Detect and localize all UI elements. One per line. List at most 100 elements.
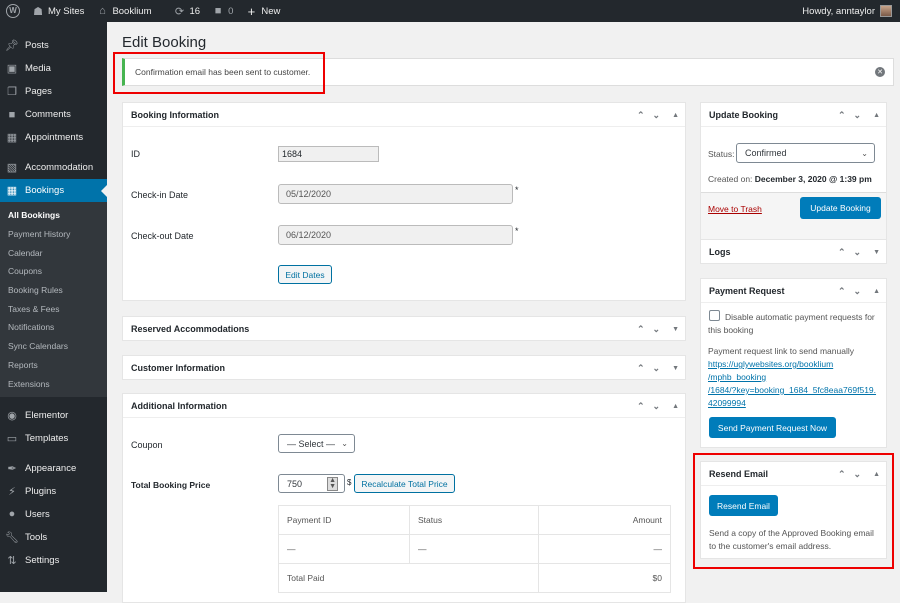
expand-toggle-icon[interactable]: ▼ (672, 365, 679, 372)
header-amount: Amount (538, 505, 671, 535)
submenu-booking-rules[interactable]: Booking Rules (0, 281, 107, 300)
sidebar-item-templates[interactable]: ▭ Templates (0, 427, 107, 450)
comments-menu[interactable]: ■ 0 (206, 0, 239, 22)
chevron-down-icon: ⌄ (341, 439, 348, 448)
updates-menu[interactable]: ⟳ 16 (168, 0, 207, 22)
payments-table: Payment ID Status Amount — — — Total Pai… (278, 505, 671, 593)
wrench-icon: 🔧︎ (5, 531, 19, 544)
move-up-icon[interactable]: ⌃ (838, 110, 846, 121)
move-down-icon[interactable]: ⌄ (653, 110, 661, 121)
submenu-extensions[interactable]: Extensions (0, 374, 107, 393)
box-title: Payment Request (709, 285, 785, 296)
wp-logo-menu[interactable]: W (0, 0, 26, 22)
sidebar-item-label: Pages (25, 86, 52, 97)
status-select[interactable]: Confirmed ⌄ (736, 143, 875, 163)
additional-information-header[interactable]: Additional Information ⌃ ⌄ ▲ (123, 394, 685, 418)
checkin-field[interactable]: 05/12/2020 (278, 184, 513, 204)
submenu-notifications[interactable]: Notifications (0, 318, 107, 337)
payment-request-header[interactable]: Payment Request ⌃ ⌄ ▲ (701, 279, 886, 303)
chevron-down-icon: ⌄ (861, 148, 868, 158)
submenu-taxes-fees[interactable]: Taxes & Fees (0, 299, 107, 318)
site-name-menu[interactable]: ⌂ Booklium (90, 0, 157, 22)
move-down-icon[interactable]: ⌄ (854, 110, 862, 121)
sidebar-item-bookings[interactable]: ▦ Bookings (0, 179, 107, 202)
my-sites-icon: ☗ (33, 5, 43, 18)
move-down-icon[interactable]: ⌄ (653, 401, 661, 412)
collapse-toggle-icon[interactable]: ▲ (672, 403, 679, 410)
checkout-field[interactable]: 06/12/2020 (278, 225, 513, 245)
payment-link-line[interactable]: 42099994 (708, 398, 746, 408)
comments-count: 0 (228, 5, 234, 17)
folder-icon: ▭ (6, 432, 18, 445)
move-up-icon[interactable]: ⌃ (637, 324, 645, 335)
submenu-all-bookings[interactable]: All Bookings (0, 206, 107, 225)
sidebar-item-label: Media (25, 63, 51, 74)
sidebar-item-comments[interactable]: ■ Comments (0, 103, 107, 126)
submenu-sync-calendars[interactable]: Sync Calendars (0, 337, 107, 356)
sidebar-item-pages[interactable]: ❐ Pages (0, 80, 107, 103)
dismiss-icon[interactable]: ✕ (875, 67, 885, 77)
move-down-icon[interactable]: ⌄ (854, 286, 862, 297)
pages-icon: ❐ (7, 86, 17, 98)
move-up-icon[interactable]: ⌃ (838, 286, 846, 297)
header-status: Status (409, 505, 539, 535)
my-sites-label: My Sites (48, 5, 85, 17)
reserved-accommodations-header[interactable]: Reserved Accommodations ⌃ ⌄ ▼ (123, 317, 685, 341)
sidebar-item-users[interactable]: ● Users (0, 503, 107, 526)
sidebar-item-accommodation[interactable]: ▧ Accommodation (0, 156, 107, 179)
move-up-icon[interactable]: ⌃ (637, 110, 645, 121)
sidebar-item-appearance[interactable]: ✒ Appearance (0, 457, 107, 480)
move-to-trash-link[interactable]: Move to Trash (708, 204, 762, 214)
update-booking-button[interactable]: Update Booking (800, 197, 881, 219)
send-payment-request-button[interactable]: Send Payment Request Now (709, 417, 836, 438)
recalculate-price-button[interactable]: Recalculate Total Price (354, 474, 455, 493)
payment-request-link[interactable]: https://uglywebsites.org/booklium /mphb_… (708, 358, 876, 410)
sidebar-item-posts[interactable]: 📌︎ Posts (0, 34, 107, 57)
account-menu[interactable]: Howdy, anntaylor (802, 5, 900, 17)
update-booking-header[interactable]: Update Booking ⌃ ⌄ ▲ (701, 103, 886, 127)
new-content-menu[interactable]: + New (239, 0, 286, 22)
coupon-select[interactable]: — Select — ⌄ (278, 434, 355, 453)
move-up-icon[interactable]: ⌃ (637, 363, 645, 374)
payment-link-line[interactable]: /mphb_booking (708, 372, 766, 382)
submenu-payment-history[interactable]: Payment History (0, 225, 107, 244)
submenu-coupons[interactable]: Coupons (0, 262, 107, 281)
admin-bar: W ☗ My Sites ⌂ Booklium ⟳ 16 ■ 0 + New H… (0, 0, 900, 22)
sidebar-item-elementor[interactable]: ◉ Elementor (0, 404, 107, 427)
move-down-icon[interactable]: ⌄ (854, 247, 862, 258)
sidebar-item-settings[interactable]: ⇅ Settings (0, 549, 107, 572)
customer-information-header[interactable]: Customer Information ⌃ ⌄ ▼ (123, 356, 685, 380)
expand-toggle-icon[interactable]: ▼ (873, 249, 880, 256)
payment-link-line[interactable]: https://uglywebsites.org/booklium (708, 359, 833, 369)
logs-header[interactable]: Logs ⌃ ⌄ ▼ (701, 240, 886, 264)
box-title: Additional Information (131, 400, 227, 411)
sidebar-item-label: Users (25, 508, 50, 520)
collapse-toggle-icon[interactable]: ▲ (672, 112, 679, 119)
payment-link-line[interactable]: /1684/?key=booking_1684_5fc8eaa769f519. (708, 385, 876, 395)
sidebar-item-tools[interactable]: 🔧︎ Tools (0, 526, 107, 549)
plug-icon: ⚡︎ (8, 485, 16, 498)
spinner-icon[interactable]: ▲ ▼ (327, 476, 338, 491)
sidebar-item-plugins[interactable]: ⚡︎ Plugins (0, 480, 107, 503)
collapse-toggle-icon[interactable]: ▲ (873, 112, 880, 119)
collapse-toggle-icon[interactable]: ▲ (873, 288, 880, 295)
booking-information-header[interactable]: Booking Information ⌃ ⌄ ▲ (123, 103, 685, 127)
move-up-icon[interactable]: ⌃ (637, 401, 645, 412)
sidebar-item-appointments[interactable]: ▦ Appointments (0, 126, 107, 149)
sidebar-item-label: Accommodation (25, 162, 94, 173)
new-label: New (261, 5, 281, 17)
user-icon: ● (8, 508, 16, 521)
move-down-icon[interactable]: ⌄ (653, 363, 661, 374)
header-payment-id: Payment ID (278, 505, 410, 535)
total-price-input[interactable]: 750 ▲ ▼ (278, 474, 345, 493)
expand-toggle-icon[interactable]: ▼ (672, 326, 679, 333)
submenu-reports[interactable]: Reports (0, 356, 107, 375)
move-up-icon[interactable]: ⌃ (838, 247, 846, 258)
submenu-calendar[interactable]: Calendar (0, 243, 107, 262)
move-down-icon[interactable]: ⌄ (653, 324, 661, 335)
edit-dates-button[interactable]: Edit Dates (278, 265, 332, 284)
my-sites-menu[interactable]: ☗ My Sites (26, 0, 90, 22)
update-booking-box: Update Booking ⌃ ⌄ ▲ Status: Confirmed ⌄ C… (700, 102, 887, 244)
status-select-value: Confirmed (745, 148, 787, 158)
sidebar-item-media[interactable]: ▣ Media (0, 57, 107, 80)
